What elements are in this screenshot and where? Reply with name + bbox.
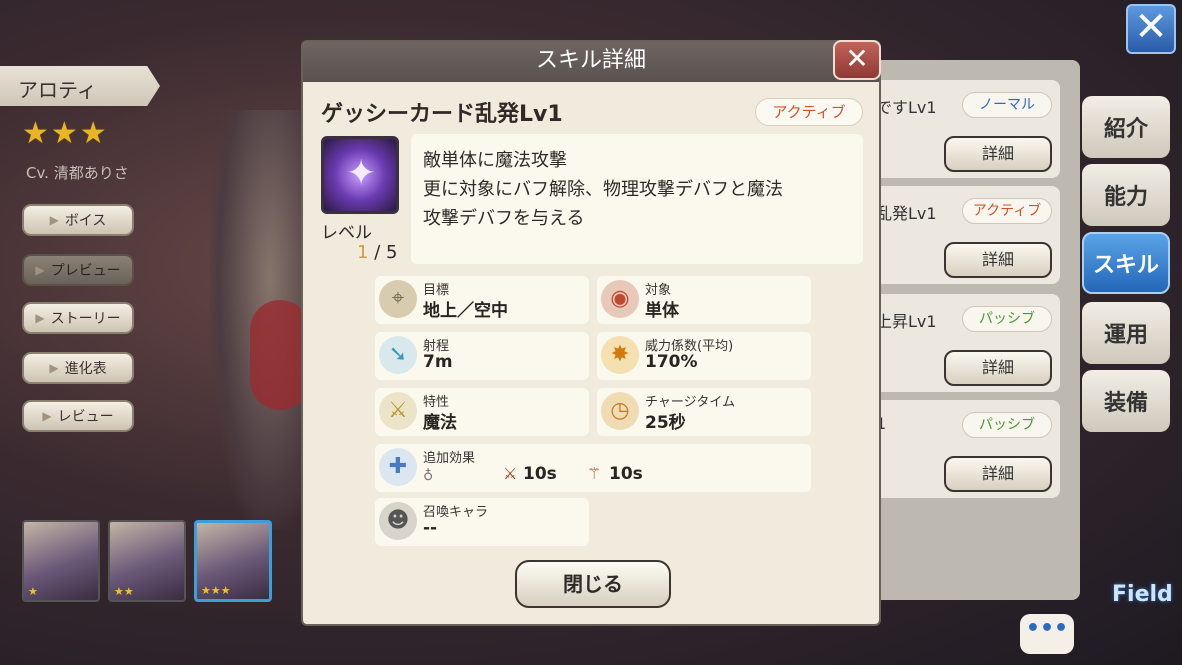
skill-detail-button[interactable]: 詳細 [944,350,1052,386]
stat-charge: ◷ チャージタイム 25秒 [597,388,811,436]
tab-ability[interactable]: 能力 [1082,164,1170,226]
character-name: アロティ [0,66,160,106]
play-icon: ▶ [35,263,45,277]
level-label: レベル [321,223,372,243]
stat-summon: ☻ 召喚キャラ -- [375,498,589,546]
close-dialog-button[interactable]: 閉じる [515,560,671,608]
buff-remove-icon: ♁ [423,468,434,484]
range-arrow-icon: ➘ [379,336,417,374]
skill-list-name: 上昇Lv1 [876,312,937,331]
review-button[interactable]: ▶ レビュー [22,400,134,432]
evolution-thumb-1[interactable]: ★ [22,520,100,602]
dialog-close-button[interactable]: ✕ [833,40,881,80]
stat-value: -- [423,518,438,538]
skill-detail-button[interactable]: 詳細 [944,136,1052,172]
skill-detail-dialog: スキル詳細 ✕ ゲッシーカード乱発Lv1 アクティブ レベル 1 / 5 敵単体… [301,40,881,626]
skill-type-badge: パッシブ [962,412,1052,438]
skill-type-badge: アクティブ [962,198,1052,224]
skill-card-icon [321,136,399,214]
evolution-thumb-2[interactable]: ★★ [108,520,186,602]
stat-object: ◉ 対象 単体 [597,276,811,324]
stat-extra-effect: ✚ 追加効果 ♁ ⚔ 10s ⚚ 10s [375,444,811,492]
voice-button-label: ボイス [64,213,107,229]
play-icon: ▶ [49,213,59,227]
stat-value: 単体 [645,301,679,321]
evolution-button[interactable]: ▶ 進化表 [22,352,134,384]
dialog-title: スキル詳細 [303,42,879,82]
skill-type-badge: パッシブ [962,306,1052,332]
skill-description: 敵単体に魔法攻撃 更に対象にバフ解除、物理攻撃デバフと魔法 攻撃デバフを与える [411,134,863,264]
voice-button[interactable]: ▶ ボイス [22,204,134,236]
description-line: 敵単体に魔法攻撃 [423,150,567,171]
tab-usage[interactable]: 運用 [1082,302,1170,364]
stat-trait: ⚔ 特性 魔法 [375,388,589,436]
evolution-thumb-3[interactable]: ★★★ [194,520,272,602]
skill-list-panel: ですLv1 ノーマル 詳細 乱発Lv1 アクティブ 詳細 上昇Lv1 パッシブ … [860,60,1080,600]
level-current: 1 [357,242,369,263]
stat-label: 追加効果 [423,451,476,466]
close-screen-button[interactable]: ✕ [1126,4,1176,54]
skill-list-name: ですLv1 [876,98,937,117]
skill-list-name: 乱発Lv1 [876,204,937,223]
story-button[interactable]: ▶ ストーリー [22,302,134,334]
clock-icon: ◷ [601,392,639,430]
stat-value: 25秒 [645,413,686,433]
voice-actor: Cv. 清都ありさ [26,164,129,182]
preview-button[interactable]: ▶ プレビュー [22,254,134,286]
skill-detail-button[interactable]: 詳細 [944,456,1052,492]
level-value: 1 / 5 [357,242,397,263]
story-button-label: ストーリー [50,311,121,327]
attack-down-icon: ⚔ [503,464,518,483]
burst-icon: ✸ [601,336,639,374]
skill-detail-button[interactable]: 詳細 [944,242,1052,278]
stat-range: ➘ 射程 7m [375,332,589,380]
evolution-button-label: 進化表 [64,361,107,377]
sword-plus-icon: ✚ [379,448,417,486]
skill-list-item: ですLv1 ノーマル 詳細 [860,80,1060,178]
description-line: 攻撃デバフを与える [423,208,585,229]
effect-duration: 10s [609,464,643,484]
stat-target: ⌖ 目標 地上／空中 [375,276,589,324]
play-icon: ▶ [49,361,59,375]
skill-name: ゲッシーカード乱発Lv1 [321,102,563,127]
play-icon: ▶ [35,311,45,325]
target-disc-icon: ◉ [601,280,639,318]
rarity-stars: ★★★ [22,116,109,151]
review-button-label: レビュー [57,409,114,425]
skill-type-badge: ノーマル [962,92,1052,118]
thumb-stars: ★★ [114,585,134,598]
skill-list-item: 1 パッシブ 詳細 [860,400,1060,498]
thumb-stars: ★★★ [201,584,231,597]
stat-value: 魔法 [423,413,457,433]
field-logo: Field [1112,582,1173,607]
play-icon: ▶ [42,409,52,423]
tab-intro[interactable]: 紹介 [1082,96,1170,158]
stat-value: 7m [423,352,453,372]
magic-down-icon: ⚚ [587,464,602,483]
skill-type-badge: アクティブ [755,98,863,126]
stat-value: 地上／空中 [423,301,508,321]
level-max: / 5 [374,242,398,263]
skill-list-item: 乱発Lv1 アクティブ 詳細 [860,186,1060,284]
preview-button-label: プレビュー [50,263,121,279]
skill-list-item: 上昇Lv1 パッシブ 詳細 [860,294,1060,392]
thumb-stars: ★ [28,585,38,598]
tab-skill[interactable]: スキル [1082,232,1170,294]
summon-creature-icon: ☻ [379,502,417,540]
stat-value: 170% [645,352,698,372]
stat-power: ✸ 威力係数(平均) 170% [597,332,811,380]
description-line: 更に対象にバフ解除、物理攻撃デバフと魔法 [423,179,783,200]
evolution-thumbnails: ★ ★★ ★★★ [22,520,272,602]
tab-equipment[interactable]: 装備 [1082,370,1170,432]
sword-icon: ⚔ [379,392,417,430]
effect-duration: 10s [523,464,557,484]
crosshair-icon: ⌖ [379,280,417,318]
chat-button[interactable]: ••• [1020,614,1074,654]
